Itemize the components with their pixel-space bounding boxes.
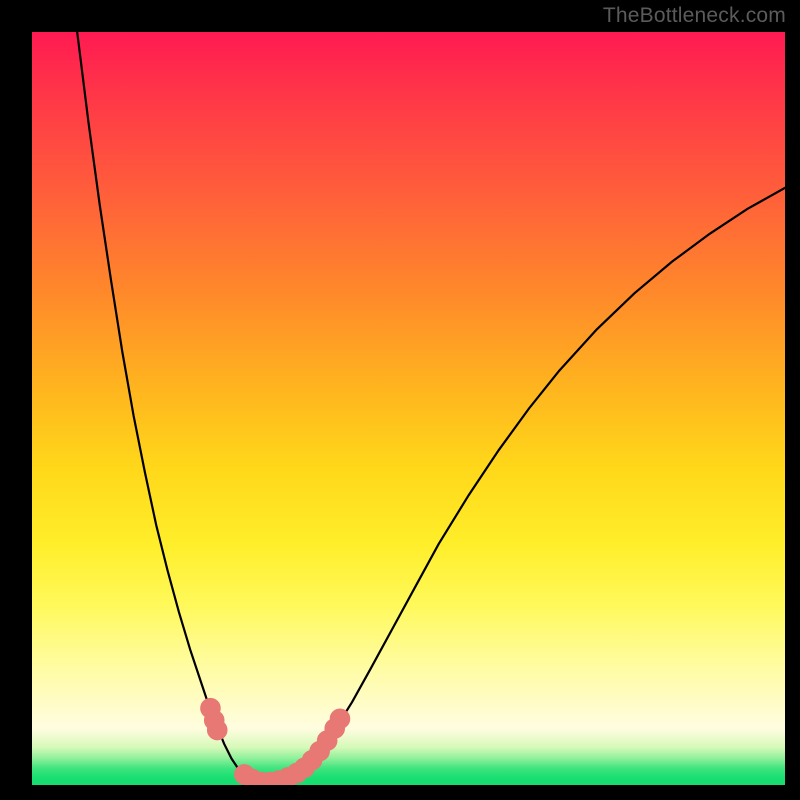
chart-frame: TheBottleneck.com	[0, 0, 800, 800]
data-marker	[330, 709, 350, 729]
bottleneck-curve	[77, 32, 785, 784]
watermark-text: TheBottleneck.com	[603, 4, 786, 28]
plot-svg	[32, 32, 785, 785]
plot-area	[32, 32, 785, 785]
data-marker	[207, 720, 227, 740]
